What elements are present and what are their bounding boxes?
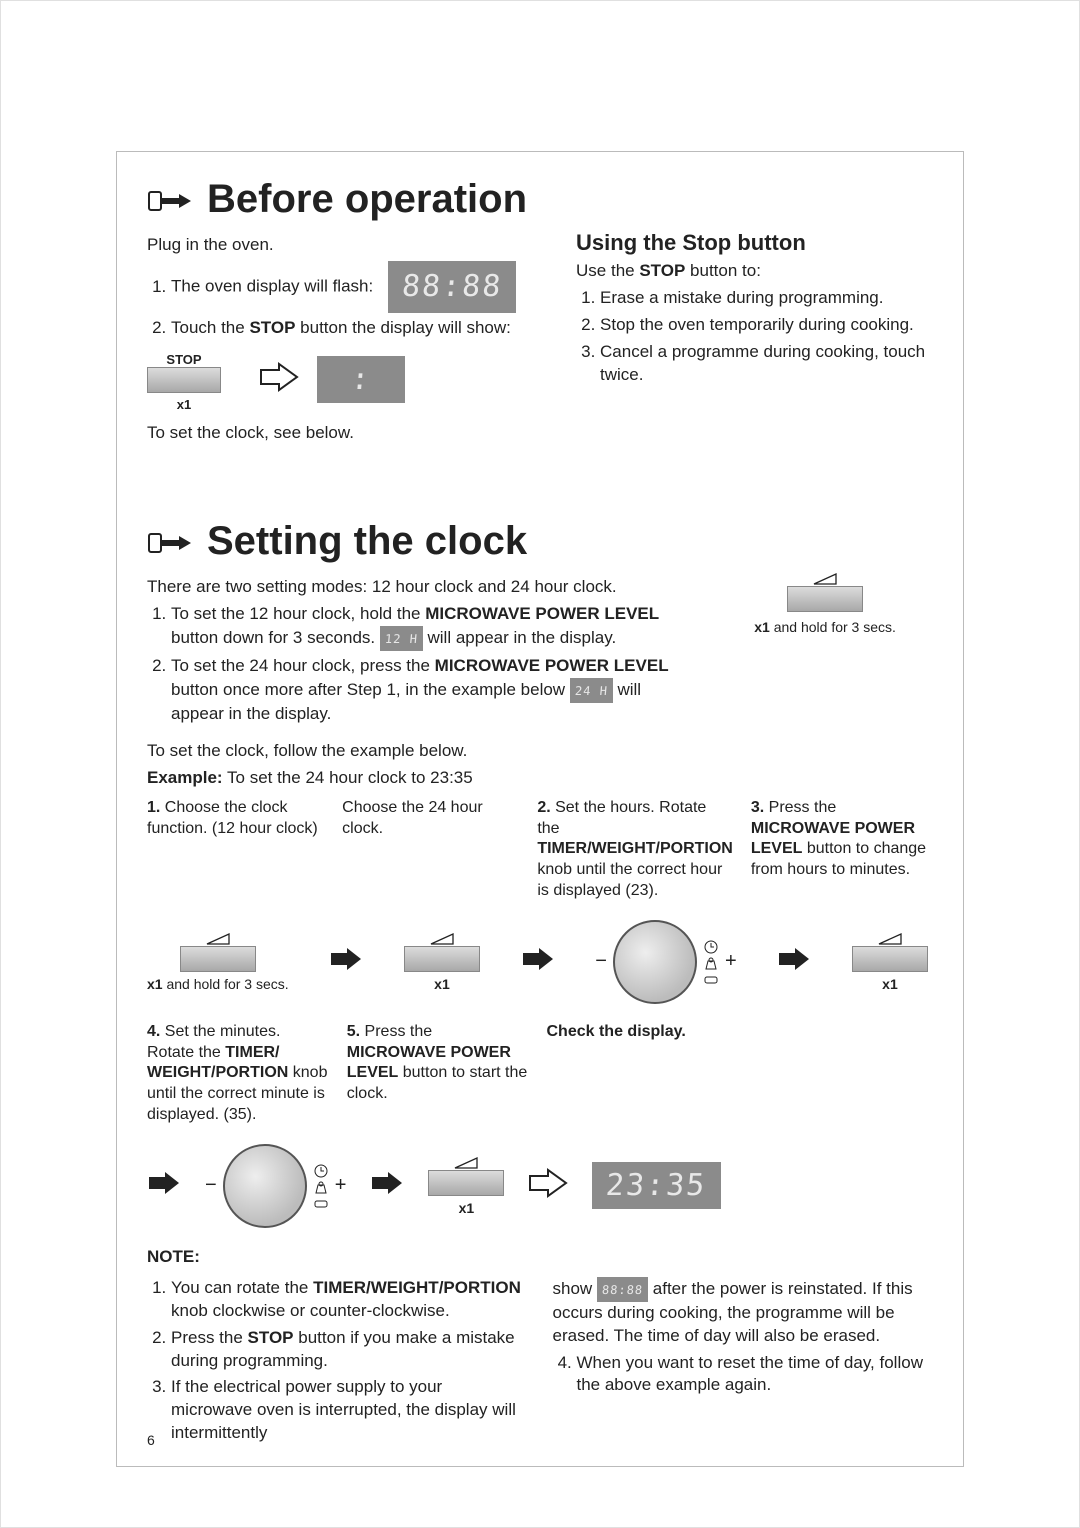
step3-text: 3. Press the MICROWAVE POWER LEVEL butto… xyxy=(751,798,928,902)
clock-icon xyxy=(703,939,719,955)
step3-button: x1 xyxy=(852,932,928,992)
setting-intro: There are two setting modes: 12 hour clo… xyxy=(147,576,682,599)
rb-caption: x1 and hold for 3 secs. xyxy=(754,618,896,637)
to-set-clock-text: To set the clock, see below. xyxy=(147,422,536,445)
note-li3: If the electrical power supply to your m… xyxy=(171,1376,523,1445)
display-colon-icon: : xyxy=(317,356,405,403)
use-stop-li2: Stop the oven temporarily during cooking… xyxy=(600,314,928,337)
arrow-right-icon xyxy=(370,1170,404,1201)
step1b-button: x1 xyxy=(404,932,480,992)
display-12h-icon: 12 H xyxy=(380,626,423,651)
heading-setting-clock: Setting the clock xyxy=(147,519,928,564)
display-result-icon: 23:35 xyxy=(592,1162,720,1209)
using-stop-heading: Using the Stop button xyxy=(576,230,928,256)
step2-text: 2. Set the hours. Rotate the TIMER/WEIGH… xyxy=(537,798,733,902)
plug-in-text: Plug in the oven. xyxy=(147,234,536,257)
portion-icon xyxy=(313,1197,329,1209)
heading-before-operation: Before operation xyxy=(147,177,928,222)
step4-knob: − + xyxy=(205,1144,346,1228)
mode-li1: To set the 12 hour clock, hold the MICRO… xyxy=(171,603,682,651)
follow-example: To set the clock, follow the example bel… xyxy=(147,740,928,763)
example-line: Example: To set the 24 hour clock to 23:… xyxy=(147,767,928,790)
hand-pointer-icon xyxy=(147,183,193,217)
display-8888-small-icon: 88:88 xyxy=(597,1277,648,1302)
step5-text: 5. Press the MICROWAVE POWER LEVEL butto… xyxy=(347,1022,529,1126)
portion-icon xyxy=(703,973,719,985)
display-8888-icon: 88:88 xyxy=(388,261,516,314)
arrow-right-icon xyxy=(521,946,555,977)
step1b-text: Choose the 24 hour clock. xyxy=(342,798,519,902)
arrow-right-icon xyxy=(777,946,811,977)
power-level-button-illustration xyxy=(787,586,863,612)
hand-pointer-icon xyxy=(147,525,193,559)
note-li4: When you want to reset the time of day, … xyxy=(577,1352,929,1398)
arrow-right-outline-icon xyxy=(528,1168,568,1203)
stop-button-illustration: STOP x1 xyxy=(147,352,221,412)
weight-icon xyxy=(313,1181,329,1195)
clock-icon xyxy=(313,1163,329,1179)
before-op-li2: Touch the STOP button the display will s… xyxy=(171,317,536,340)
before-op-li1: The oven display will flash: 88:88 xyxy=(171,261,536,314)
check-display-text: Check the display. xyxy=(547,1022,729,1126)
arrow-right-icon xyxy=(259,362,299,397)
mode-li2: To set the 24 hour clock, press the MICR… xyxy=(171,655,682,726)
step1-text: 1. Choose the clock function. (12 hour c… xyxy=(147,798,324,902)
step2-knob: − + xyxy=(595,920,736,1004)
arrow-right-icon xyxy=(147,1170,181,1201)
step1-button: x1 and hold for 3 secs. xyxy=(147,932,289,992)
use-stop-li3: Cancel a programme during cooking, touch… xyxy=(600,341,928,387)
triangle-icon xyxy=(812,572,838,586)
note-li3b: show 88:88 after the power is reinstated… xyxy=(553,1277,929,1348)
use-stop-text: Use the STOP button to: xyxy=(576,260,928,283)
page-number: 6 xyxy=(147,1432,155,1448)
note-heading: NOTE: xyxy=(147,1246,928,1269)
display-24h-icon: 24 H xyxy=(570,678,613,703)
use-stop-li1: Erase a mistake during programming. xyxy=(600,287,928,310)
step5-button: x1 xyxy=(428,1156,504,1216)
note-li1: You can rotate the TIMER/WEIGHT/PORTION … xyxy=(171,1277,523,1323)
note-li2: Press the STOP button if you make a mist… xyxy=(171,1327,523,1373)
weight-icon xyxy=(703,957,719,971)
step4-text: 4. Set the minutes. Rotate the TIMER/ WE… xyxy=(147,1022,329,1126)
arrow-right-icon xyxy=(329,946,363,977)
